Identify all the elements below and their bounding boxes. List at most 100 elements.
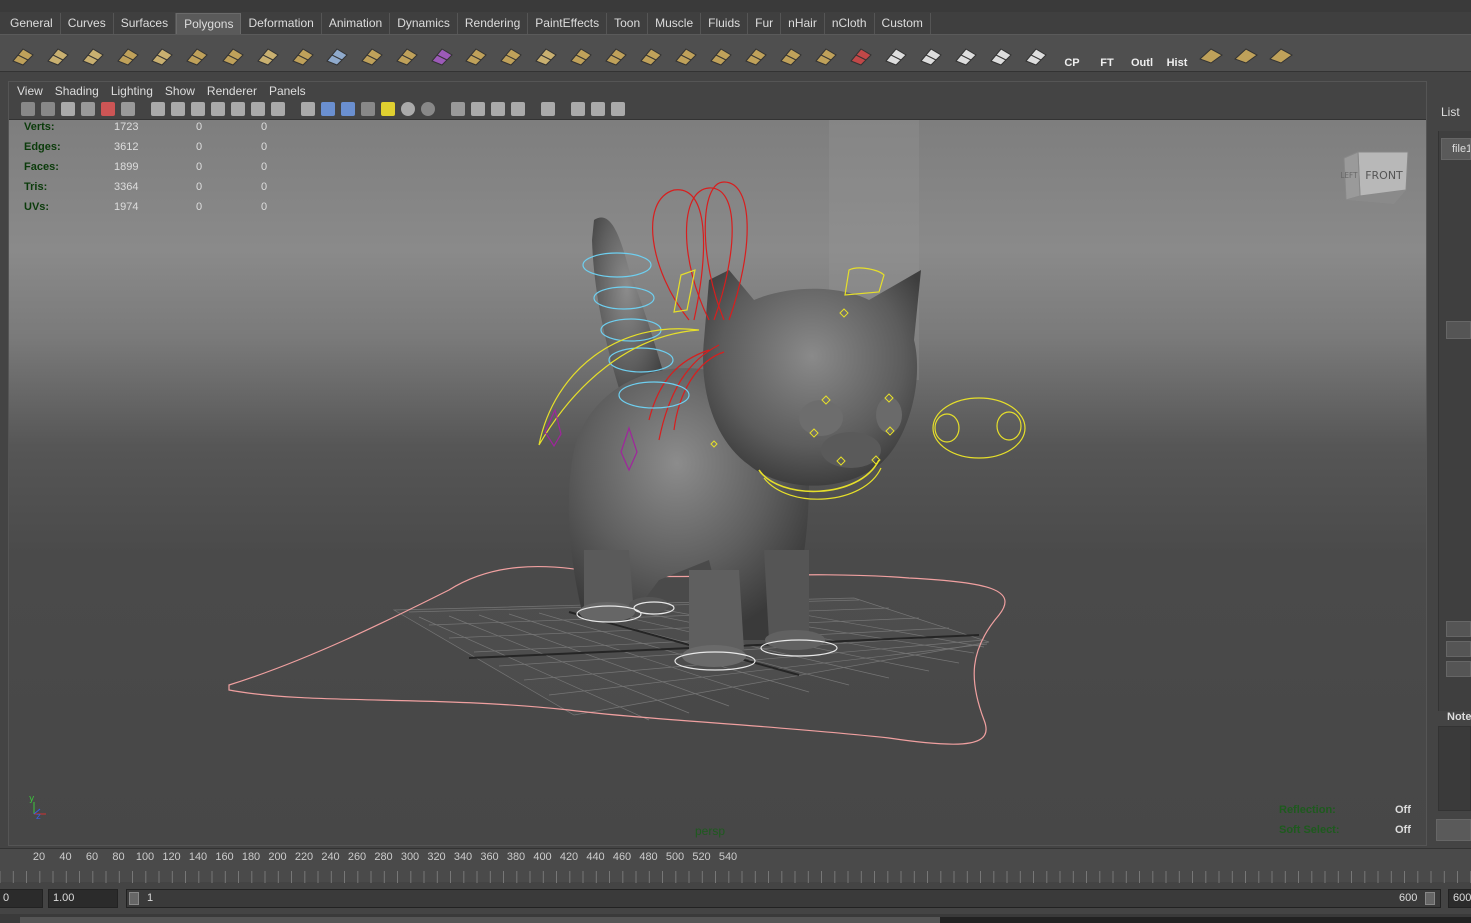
panel-menu-view[interactable]: View	[17, 84, 43, 98]
shelf-tab-fluids[interactable]: Fluids	[701, 13, 749, 34]
grease-pencil-icon[interactable]	[101, 102, 115, 116]
bevel-icon[interactable]	[636, 39, 666, 69]
smooth-shade-icon[interactable]	[321, 102, 335, 116]
shelf-tab-polygons[interactable]: Polygons	[176, 13, 242, 34]
cylinder-icon[interactable]	[78, 39, 108, 69]
2d-pan-icon[interactable]	[121, 102, 135, 116]
merge-icon[interactable]	[671, 39, 701, 69]
pipe-icon[interactable]	[253, 39, 283, 69]
poke-icon[interactable]	[706, 39, 736, 69]
panel-menu-panels[interactable]: Panels	[269, 84, 306, 98]
wedge-icon[interactable]	[741, 39, 771, 69]
shelf-tab-toon[interactable]: Toon	[607, 13, 649, 34]
shelf-tab-surfaces[interactable]: Surfaces	[114, 13, 177, 34]
range-slider[interactable]: 1 600	[126, 889, 1441, 908]
shelf-cp-button[interactable]: CP	[1056, 39, 1088, 69]
combine-icon[interactable]	[322, 39, 352, 69]
extract-icon[interactable]	[811, 39, 841, 69]
wireframe-icon[interactable]	[301, 102, 315, 116]
sculpt-icon[interactable]	[846, 39, 876, 69]
append-icon[interactable]	[531, 39, 561, 69]
extrude-icon[interactable]	[461, 39, 491, 69]
shelf-hist-button[interactable]: Hist	[1161, 39, 1193, 69]
share-icon[interactable]	[611, 102, 625, 116]
panel-menu-renderer[interactable]: Renderer	[207, 84, 257, 98]
uv-auto-icon[interactable]	[986, 39, 1016, 69]
ao-icon[interactable]	[421, 102, 435, 116]
gate-mask-icon[interactable]	[211, 102, 225, 116]
boolean-icon[interactable]	[392, 39, 422, 69]
range-handle-right[interactable]	[1425, 892, 1435, 905]
uv-editor-icon[interactable]	[1021, 39, 1051, 69]
end-frame-field[interactable]: 600	[1448, 889, 1471, 908]
layout-uv-icon[interactable]	[1231, 39, 1261, 69]
uv-cylindrical-icon[interactable]	[916, 39, 946, 69]
shelf-tab-ncloth[interactable]: nCloth	[825, 13, 875, 34]
default-material-icon[interactable]	[341, 102, 355, 116]
cut-uv-icon[interactable]	[1266, 39, 1296, 69]
frame-all-icon[interactable]	[571, 102, 585, 116]
start-frame-field[interactable]: 0	[0, 889, 43, 908]
frame-selected-icon[interactable]	[591, 102, 605, 116]
film-gate-icon[interactable]	[171, 102, 185, 116]
shelf-tab-curves[interactable]: Curves	[61, 13, 114, 34]
shelf-tab-nhair[interactable]: nHair	[781, 13, 825, 34]
field-chart-icon[interactable]	[231, 102, 245, 116]
split-poly-icon[interactable]	[566, 39, 596, 69]
uv-spherical-icon[interactable]	[951, 39, 981, 69]
plane-icon[interactable]	[147, 39, 177, 69]
shelf-tab-general[interactable]: General	[3, 13, 61, 34]
file-node-field[interactable]: file1	[1441, 138, 1471, 160]
separate-icon[interactable]	[357, 39, 387, 69]
duplicate-face-icon[interactable]	[776, 39, 806, 69]
shelf-tab-dynamics[interactable]: Dynamics	[390, 13, 458, 34]
current-start-field[interactable]: 1.00	[48, 889, 118, 908]
select-camera-icon[interactable]	[21, 102, 35, 116]
safe-action-icon[interactable]	[251, 102, 265, 116]
bridge-icon[interactable]	[496, 39, 526, 69]
list-menu[interactable]: List	[1441, 105, 1460, 119]
highlight-icon[interactable]	[541, 102, 555, 116]
torus-icon[interactable]	[182, 39, 212, 69]
backface-icon[interactable]	[491, 102, 505, 116]
shelf-tab-rendering[interactable]: Rendering	[458, 13, 529, 34]
bookmarks-icon[interactable]	[61, 102, 75, 116]
xray-joints-icon[interactable]	[471, 102, 485, 116]
sphere-icon[interactable]	[8, 39, 38, 69]
shelf-ft-button[interactable]: FT	[1091, 39, 1123, 69]
shelf-tab-muscle[interactable]: Muscle	[648, 13, 702, 34]
image-plane-icon[interactable]	[81, 102, 95, 116]
lights-icon[interactable]	[381, 102, 395, 116]
shelf-tab-painteffects[interactable]: PaintEffects	[528, 13, 608, 34]
uv-planar-icon[interactable]	[881, 39, 911, 69]
panel-menu-lighting[interactable]: Lighting	[111, 84, 153, 98]
resolution-gate-icon[interactable]	[191, 102, 205, 116]
time-slider[interactable]: 20 40 60 80 100 120 140 160 180 200 220 240 260 280 30…	[0, 848, 1471, 883]
xray-icon[interactable]	[451, 102, 465, 116]
soccer-ball-icon[interactable]	[288, 39, 318, 69]
perspective-viewport[interactable]	[9, 120, 1426, 845]
cube-icon[interactable]	[43, 39, 73, 69]
shelf-outl-button[interactable]: Outl	[1126, 39, 1158, 69]
pyramid-icon[interactable]	[218, 39, 248, 69]
safe-title-icon[interactable]	[271, 102, 285, 116]
chevron-down-icon[interactable]	[1446, 321, 1471, 339]
camera-attrs-icon[interactable]	[41, 102, 55, 116]
panel-menu-show[interactable]: Show	[165, 84, 195, 98]
expand-arrow-icon[interactable]	[1446, 661, 1471, 677]
expand-arrow-icon[interactable]	[1446, 621, 1471, 637]
expand-arrow-icon[interactable]	[1446, 641, 1471, 657]
smooth-cube-icon[interactable]	[427, 39, 457, 69]
isolate-icon[interactable]	[511, 102, 525, 116]
grid-icon[interactable]	[151, 102, 165, 116]
textured-icon[interactable]	[361, 102, 375, 116]
notes-area[interactable]	[1438, 726, 1471, 811]
shelf-tab-animation[interactable]: Animation	[322, 13, 391, 34]
range-handle-left[interactable]	[129, 892, 139, 905]
view-cube[interactable]: FRONT LEFT	[1340, 148, 1410, 206]
shadows-icon[interactable]	[401, 102, 415, 116]
shelf-tab-custom[interactable]: Custom	[875, 13, 931, 34]
insert-edge-icon[interactable]	[601, 39, 631, 69]
shelf-tab-fur[interactable]: Fur	[748, 13, 782, 34]
unfold-uv-icon[interactable]	[1196, 39, 1226, 69]
